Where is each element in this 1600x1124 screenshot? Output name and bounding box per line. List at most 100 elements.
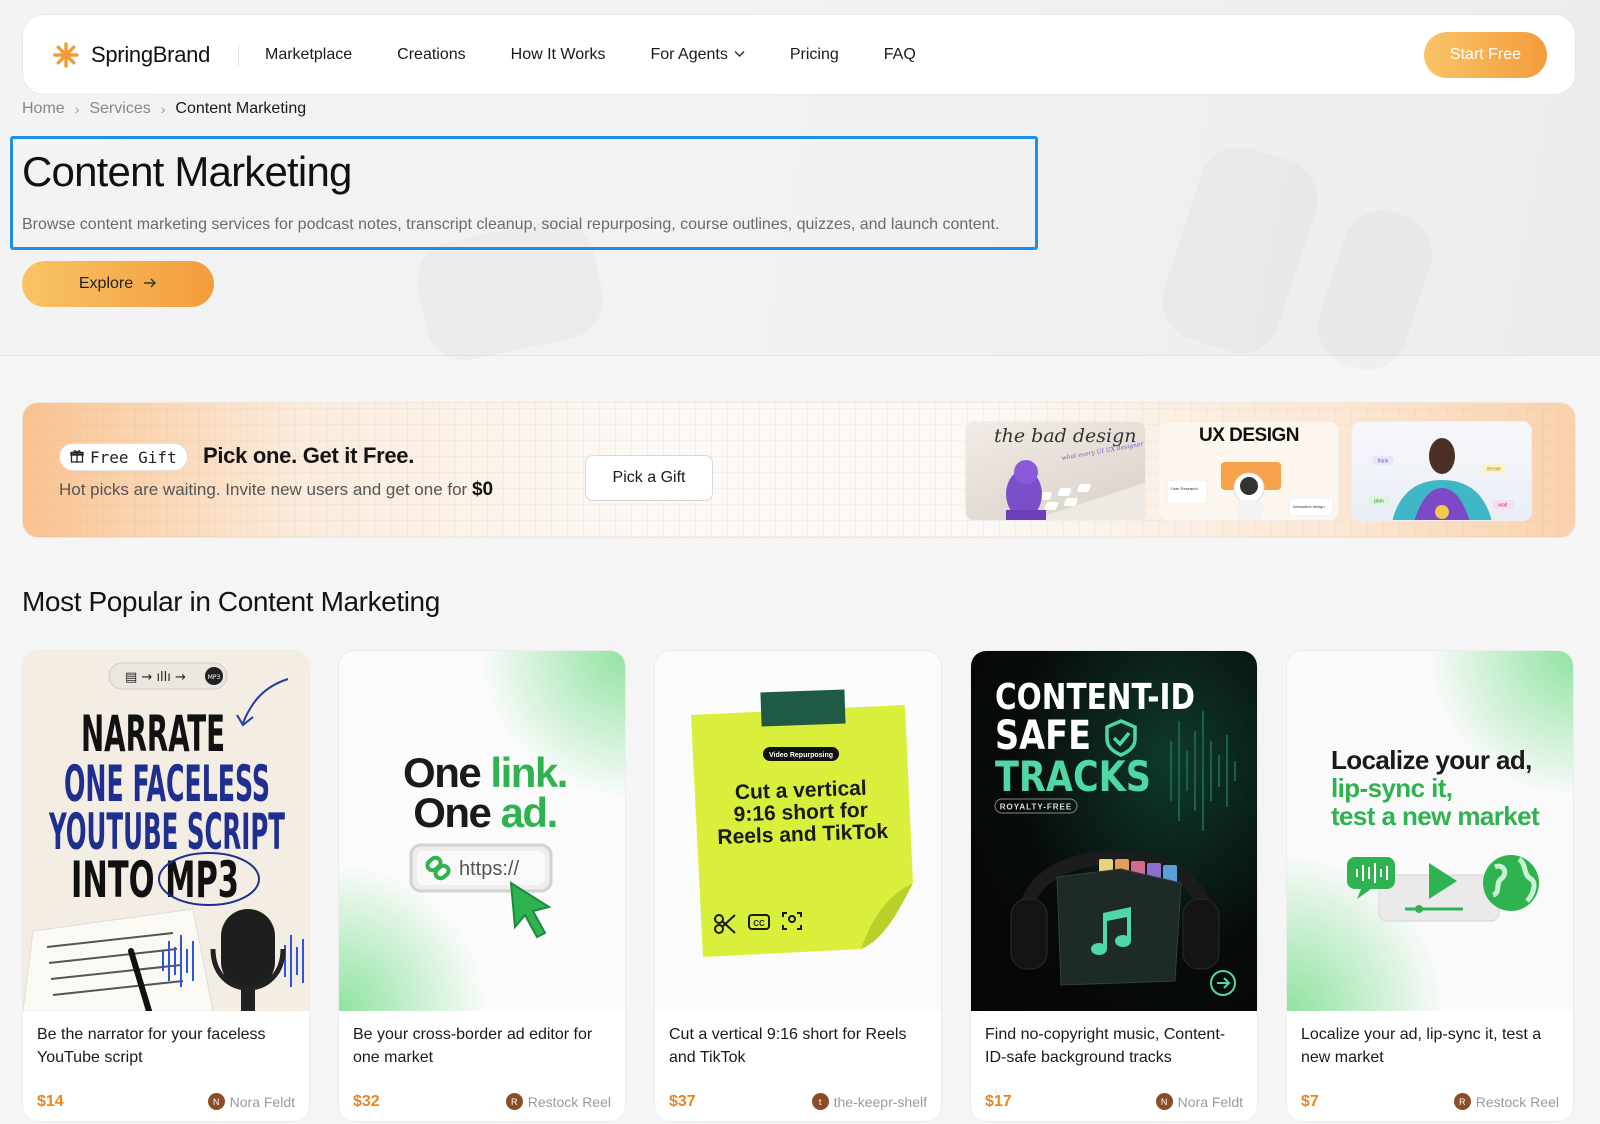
chevron-right-icon: › xyxy=(74,101,80,117)
gift-thumb-subtitle-2: Interaction design xyxy=(1293,504,1325,509)
seller-name: Nora Feldt xyxy=(229,1093,295,1110)
card-price: $32 xyxy=(353,1093,380,1110)
nav-link-pricing[interactable]: Pricing xyxy=(790,46,839,64)
svg-text:TRACKS: TRACKS xyxy=(995,752,1151,801)
page-description: Browse content marketing services for po… xyxy=(22,216,1000,233)
gift-thumb-tag: plan xyxy=(1374,499,1384,505)
gift-thumb-tag: wait xyxy=(1499,503,1509,509)
product-card[interactable]: One link. One ad. https:// Be your cross… xyxy=(338,650,626,1122)
paper-illustration xyxy=(23,908,214,1011)
microphone-illustration xyxy=(210,909,286,1011)
gift-thumb-bad-design[interactable]: the bad design what every UI UX designer… xyxy=(965,421,1146,521)
explore-button[interactable]: Explore xyxy=(22,261,214,307)
avatar: N xyxy=(207,1093,225,1110)
avatar: R xyxy=(1453,1093,1471,1110)
tape xyxy=(760,689,846,727)
gift-thumb-ux-design[interactable]: UX DESIGN User Research Interaction desi… xyxy=(1158,421,1339,521)
breadcrumb-current: Content Marketing xyxy=(175,100,307,117)
card-seller[interactable]: t the-keepr-shelf xyxy=(811,1093,927,1110)
seller-name: the-keepr-shelf xyxy=(833,1093,927,1110)
start-free-button[interactable]: Start Free xyxy=(1424,31,1547,78)
waveform-illustration xyxy=(1170,711,1236,831)
brand-name: SpringBrand xyxy=(91,41,210,67)
pick-a-gift-button[interactable]: Pick a Gift xyxy=(585,455,713,501)
product-card[interactable]: CONTENT-ID SAFE TRACKS ROYALTY-FREE Find… xyxy=(970,650,1258,1122)
card-seller[interactable]: R Restock Reel xyxy=(1453,1093,1559,1110)
globe-icon xyxy=(1483,855,1539,911)
product-card[interactable]: ▤ → ıllı → MP3 NARRATE ONE FACELESS YOUT… xyxy=(22,650,310,1122)
card-price: $37 xyxy=(669,1093,696,1110)
nav-link-how-it-works[interactable]: How It Works xyxy=(511,46,606,64)
arrow-right-icon xyxy=(143,275,157,293)
note-tag: Video Repurposing xyxy=(769,752,833,759)
card-image: Localize your ad, lip-sync it, test a ne… xyxy=(1287,651,1573,1011)
avatar: t xyxy=(811,1093,829,1110)
gift-thumb-tag: iterate xyxy=(1487,467,1501,473)
card-title: Be the narrator for your faceless YouTub… xyxy=(37,1026,266,1066)
royalty-free-tag: ROYALTY-FREE xyxy=(1000,803,1072,812)
card-title: Localize your ad, lip-sync it, test a ne… xyxy=(1301,1026,1542,1066)
url-text: https:// xyxy=(459,858,519,880)
svg-text:▤ → ıllı →: ▤ → ıllı → xyxy=(125,670,186,685)
mp3-badge: MP3 xyxy=(208,674,221,681)
card-image: One link. One ad. https:// xyxy=(339,651,625,1011)
card-price: $17 xyxy=(985,1093,1012,1110)
shield-icon xyxy=(1105,719,1137,757)
svg-text:CONTENT-ID: CONTENT-ID xyxy=(995,677,1195,718)
card-art-headline: One link. One ad. xyxy=(403,749,568,836)
nav-divider xyxy=(238,43,239,66)
svg-text:INTO MP3: INTO MP3 xyxy=(71,851,239,909)
explore-button-label: Explore xyxy=(78,275,134,292)
svg-text:Localize your ad,: Localize your ad, xyxy=(1331,745,1532,775)
svg-text:test a new market: test a new market xyxy=(1331,801,1540,831)
card-seller[interactable]: N Nora Feldt xyxy=(1155,1093,1243,1110)
brand-logo[interactable]: SpringBrand xyxy=(51,40,210,70)
page-title: Content Marketing xyxy=(22,148,352,195)
astronaut-illustration xyxy=(1221,462,1281,520)
gift-thumb-tag: think xyxy=(1378,459,1389,465)
gift-title: Pick one. Get it Free. xyxy=(203,443,415,468)
svg-text:CC: CC xyxy=(753,919,765,928)
gift-thumb-title: UX DESIGN xyxy=(1199,425,1299,446)
card-price: $7 xyxy=(1301,1093,1319,1110)
card-title: Cut a vertical 9:16 short for Reels and … xyxy=(669,1026,907,1066)
person-illustration xyxy=(1392,438,1492,520)
chevron-right-icon: › xyxy=(160,101,166,117)
breadcrumb: Home › Services › Content Marketing xyxy=(22,100,306,118)
svg-text:One ad.: One ad. xyxy=(413,789,557,836)
svg-text:lip-sync it,: lip-sync it, xyxy=(1331,773,1452,803)
spring-logo-icon xyxy=(51,40,81,70)
card-image: ▤ → ıllı → MP3 NARRATE ONE FACELESS YOUT… xyxy=(23,651,309,1011)
nav-link-faq[interactable]: FAQ xyxy=(884,46,916,64)
gift-icon xyxy=(70,448,84,467)
nav-links: Marketplace Creations How It Works For A… xyxy=(265,46,916,64)
card-image: CONTENT-ID SAFE TRACKS ROYALTY-FREE xyxy=(971,651,1257,1011)
card-price: $14 xyxy=(37,1093,64,1110)
gift-price: $0 xyxy=(471,479,494,500)
section-title: Most Popular in Content Marketing xyxy=(22,586,440,617)
card-seller[interactable]: R Restock Reel xyxy=(505,1093,611,1110)
gift-thumb-person[interactable]: think iterate plan wait xyxy=(1351,421,1532,521)
card-art-headline: Localize your ad, lip-sync it, test a ne… xyxy=(1331,745,1541,831)
top-nav: SpringBrand Marketplace Creations How It… xyxy=(22,14,1576,95)
free-gift-badge-label: Free Gift xyxy=(90,447,177,467)
card-title: Find no-copyright music, Content-ID-safe… xyxy=(985,1026,1226,1066)
avatar: N xyxy=(1155,1093,1173,1110)
card-image: Video Repurposing Cut a vertical 9:16 sh… xyxy=(655,651,941,1011)
card-art-headline: Cut a vertical 9:16 short for Reels and … xyxy=(717,777,889,849)
free-gift-badge: Free Gift xyxy=(59,443,188,471)
product-card[interactable]: Localize your ad, lip-sync it, test a ne… xyxy=(1286,650,1574,1122)
product-card-list: ▤ → ıllı → MP3 NARRATE ONE FACELESS YOUT… xyxy=(22,650,1574,1122)
breadcrumb-services[interactable]: Services xyxy=(89,100,150,118)
card-art-headline: CONTENT-ID SAFE TRACKS xyxy=(995,677,1195,801)
avatar: R xyxy=(505,1093,523,1110)
card-seller[interactable]: N Nora Feldt xyxy=(207,1093,295,1110)
breadcrumb-home[interactable]: Home xyxy=(22,100,65,118)
gift-thumb-subtitle: User Research xyxy=(1171,486,1198,491)
chevron-down-icon xyxy=(734,49,745,61)
nav-link-marketplace[interactable]: Marketplace xyxy=(265,46,352,64)
nav-link-for-agents[interactable]: For Agents xyxy=(650,46,745,64)
nav-link-creations[interactable]: Creations xyxy=(397,46,465,64)
product-card[interactable]: Video Repurposing Cut a vertical 9:16 sh… xyxy=(654,650,942,1122)
gift-subtitle-text: Hot picks are waiting. Invite new users … xyxy=(59,480,468,499)
